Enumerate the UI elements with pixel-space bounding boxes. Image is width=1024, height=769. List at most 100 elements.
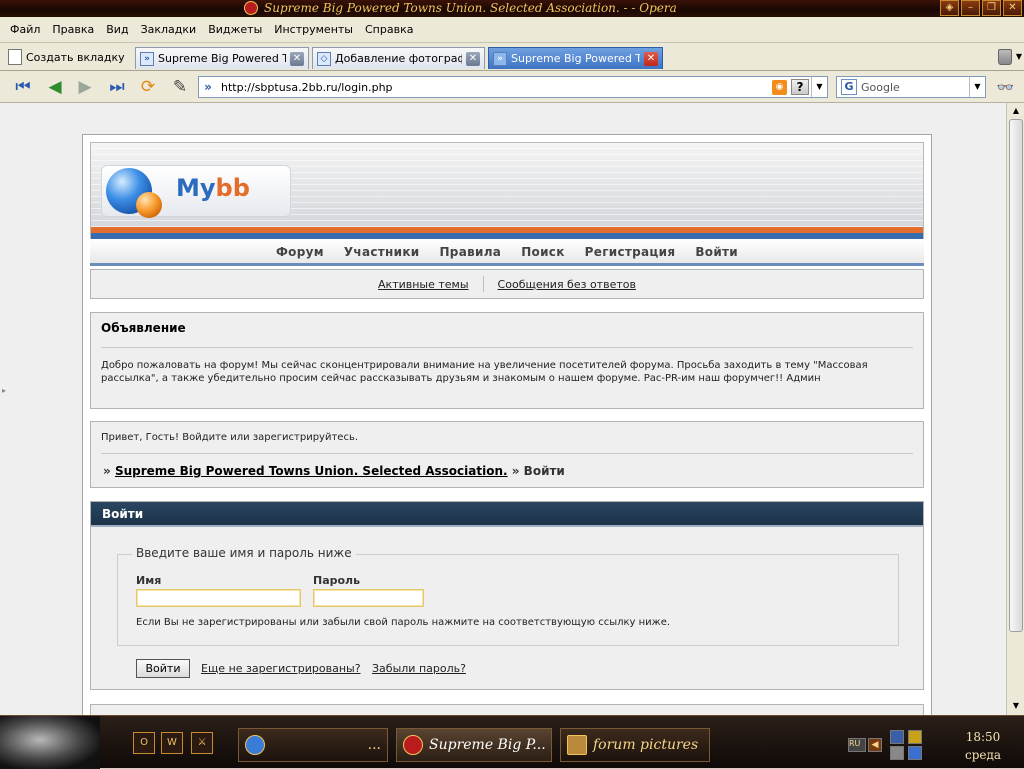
nav-rules[interactable]: Правила (439, 245, 501, 259)
menu-edit[interactable]: Правка (46, 17, 100, 43)
rss-feed-icon[interactable]: ◉ (772, 79, 787, 95)
page-icon: ◇ (317, 51, 331, 66)
menu-help[interactable]: Справка (359, 17, 419, 43)
new-tab-button[interactable]: Создать вкладку (8, 46, 125, 68)
login-submit-button[interactable]: Войти (136, 659, 190, 678)
username-input[interactable] (136, 589, 301, 607)
nav-members[interactable]: Участники (344, 245, 420, 259)
chevron-down-icon[interactable]: ▼ (1016, 52, 1022, 61)
url-input[interactable]: http://sbptusa.2bb.ru/login.php (217, 81, 772, 94)
help-button[interactable]: ? (791, 79, 809, 95)
taskbar-button-1[interactable]: ... (238, 728, 388, 762)
announcement-panel: Объявление Добро пожаловать на форум! Мы… (90, 312, 924, 409)
new-document-icon (8, 49, 22, 65)
header-stripe-blue (91, 233, 923, 239)
taskbar-button-folder[interactable]: forum pictures (560, 728, 710, 762)
app-quicklaunch-icon[interactable]: ⚔ (191, 732, 213, 754)
unanswered-posts-link[interactable]: Сообщения без ответов (498, 278, 636, 291)
menu-tools[interactable]: Инструменты (268, 17, 359, 43)
tab-label: Supreme Big Powered To… (511, 52, 640, 65)
menu-bookmarks[interactable]: Закладки (135, 17, 203, 43)
taskbar-clock[interactable]: 18:50 среда (948, 728, 1018, 764)
back-arrow-icon[interactable]: ◀ (44, 77, 66, 97)
volume-icon[interactable] (890, 746, 904, 760)
register-link[interactable]: Еще не зарегистрированы? (201, 662, 361, 675)
tab-2[interactable]: ◇ Добавление фотограф… ✕ (312, 47, 485, 69)
breadcrumb: » Supreme Big Powered Towns Union. Selec… (103, 464, 565, 478)
language-indicator[interactable]: RU (848, 738, 866, 752)
close-tab-icon[interactable]: ✕ (290, 51, 304, 66)
tab-label: Supreme Big Powered To… (158, 52, 286, 65)
close-window-button[interactable]: ✕ (1003, 0, 1022, 16)
welcome-text: Привет, Гость! Войдите или зарегистрируй… (101, 432, 359, 443)
password-label: Пароль (313, 574, 361, 587)
tab-label: Добавление фотограф… (335, 52, 462, 65)
announcement-body: Добро пожаловать на форум! Мы сейчас ско… (101, 360, 868, 384)
close-tab-icon[interactable]: ✕ (644, 51, 658, 66)
warcraft-quicklaunch-icon[interactable]: W (161, 732, 183, 754)
vertical-scrollbar[interactable]: ▲ ▼ (1006, 103, 1024, 715)
network-icon[interactable] (890, 730, 904, 744)
reload-icon[interactable]: ⟳ (137, 77, 159, 97)
menu-file[interactable]: Файл (4, 17, 46, 43)
search-input[interactable]: Google (861, 81, 969, 94)
forum-header: Mybb (90, 142, 924, 239)
page-icon: » (493, 51, 507, 66)
nav-register[interactable]: Регистрация (585, 245, 676, 259)
login-legend: Введите ваше имя и пароль ниже (132, 546, 356, 560)
tab-1[interactable]: » Supreme Big Powered To… ✕ (135, 47, 309, 69)
rewind-icon[interactable]: ⏮ (12, 77, 34, 97)
menu-widgets[interactable]: Виджеты (202, 17, 268, 43)
nav-search[interactable]: Поиск (521, 245, 564, 259)
panel-toggle-icon[interactable]: ▸ (2, 386, 6, 395)
logo-text: Mybb (176, 174, 250, 202)
chevron-down-icon[interactable]: ▼ (969, 77, 985, 97)
messenger-icon[interactable] (908, 746, 922, 760)
shield-icon[interactable] (908, 730, 922, 744)
login-fieldset: Введите ваше имя и пароль ниже Имя Парол… (117, 546, 899, 646)
new-tab-label: Создать вкладку (26, 50, 125, 64)
nav-forum[interactable]: Форум (276, 245, 324, 259)
menu-bar: Файл Правка Вид Закладки Виджеты Инструм… (0, 17, 1024, 43)
forgot-password-link[interactable]: Забыли пароль? (372, 662, 466, 675)
forum-container: Mybb Форум Участники Правила Поиск Регис… (82, 134, 932, 715)
fast-forward-icon[interactable]: ⏭ (106, 77, 128, 97)
restore-button[interactable]: ❐ (982, 0, 1001, 16)
logo-orange-ball (136, 192, 162, 218)
breadcrumb-home-link[interactable]: Supreme Big Powered Towns Union. Selecte… (115, 464, 508, 478)
nav-login[interactable]: Войти (695, 245, 738, 259)
scroll-up-icon[interactable]: ▲ (1009, 104, 1023, 118)
taskbar-button-opera[interactable]: Supreme Big P... (396, 728, 552, 762)
opera-icon (244, 1, 258, 15)
clock-day: среда (964, 748, 1002, 762)
minimize-button[interactable]: – (961, 0, 980, 16)
menu-view[interactable]: Вид (100, 17, 134, 43)
window-menu-button[interactable]: ◈ (940, 0, 959, 16)
close-tab-icon[interactable]: ✕ (466, 51, 480, 66)
chevron-down-icon[interactable]: ▼ (811, 77, 827, 97)
scroll-down-icon[interactable]: ▼ (1009, 699, 1023, 713)
edit-pen-icon[interactable]: ✎ (169, 77, 191, 97)
announcement-title: Объявление (101, 321, 186, 335)
password-input[interactable] (313, 589, 424, 607)
window-title-bar: Supreme Big Powered Towns Union. Selecte… (0, 0, 1024, 17)
divider (482, 276, 484, 292)
login-header: Войти (91, 502, 923, 527)
forum-main-nav: Форум Участники Правила Поиск Регистраци… (90, 240, 924, 266)
opera-icon (403, 735, 423, 755)
trash-icon[interactable] (998, 49, 1012, 65)
forward-arrow-icon[interactable]: ▶ (74, 77, 96, 97)
search-box: G Google ▼ (836, 76, 986, 98)
opera-quicklaunch-icon[interactable]: O (133, 732, 155, 754)
login-panel: Войти Введите ваше имя и пароль ниже Имя… (90, 501, 924, 690)
mybb-logo[interactable]: Mybb (101, 165, 291, 218)
chevron-left-icon[interactable]: ◀ (868, 738, 882, 752)
start-button-dragon[interactable] (0, 716, 100, 769)
next-panel (90, 704, 924, 715)
clock-time: 18:50 (965, 730, 1001, 744)
scroll-thumb[interactable] (1009, 119, 1023, 632)
glasses-icon[interactable]: 👓 (997, 80, 1014, 96)
page-icon: » (140, 51, 154, 66)
active-topics-link[interactable]: Активные темы (378, 278, 469, 291)
tab-3-active[interactable]: » Supreme Big Powered To… ✕ (488, 47, 663, 69)
